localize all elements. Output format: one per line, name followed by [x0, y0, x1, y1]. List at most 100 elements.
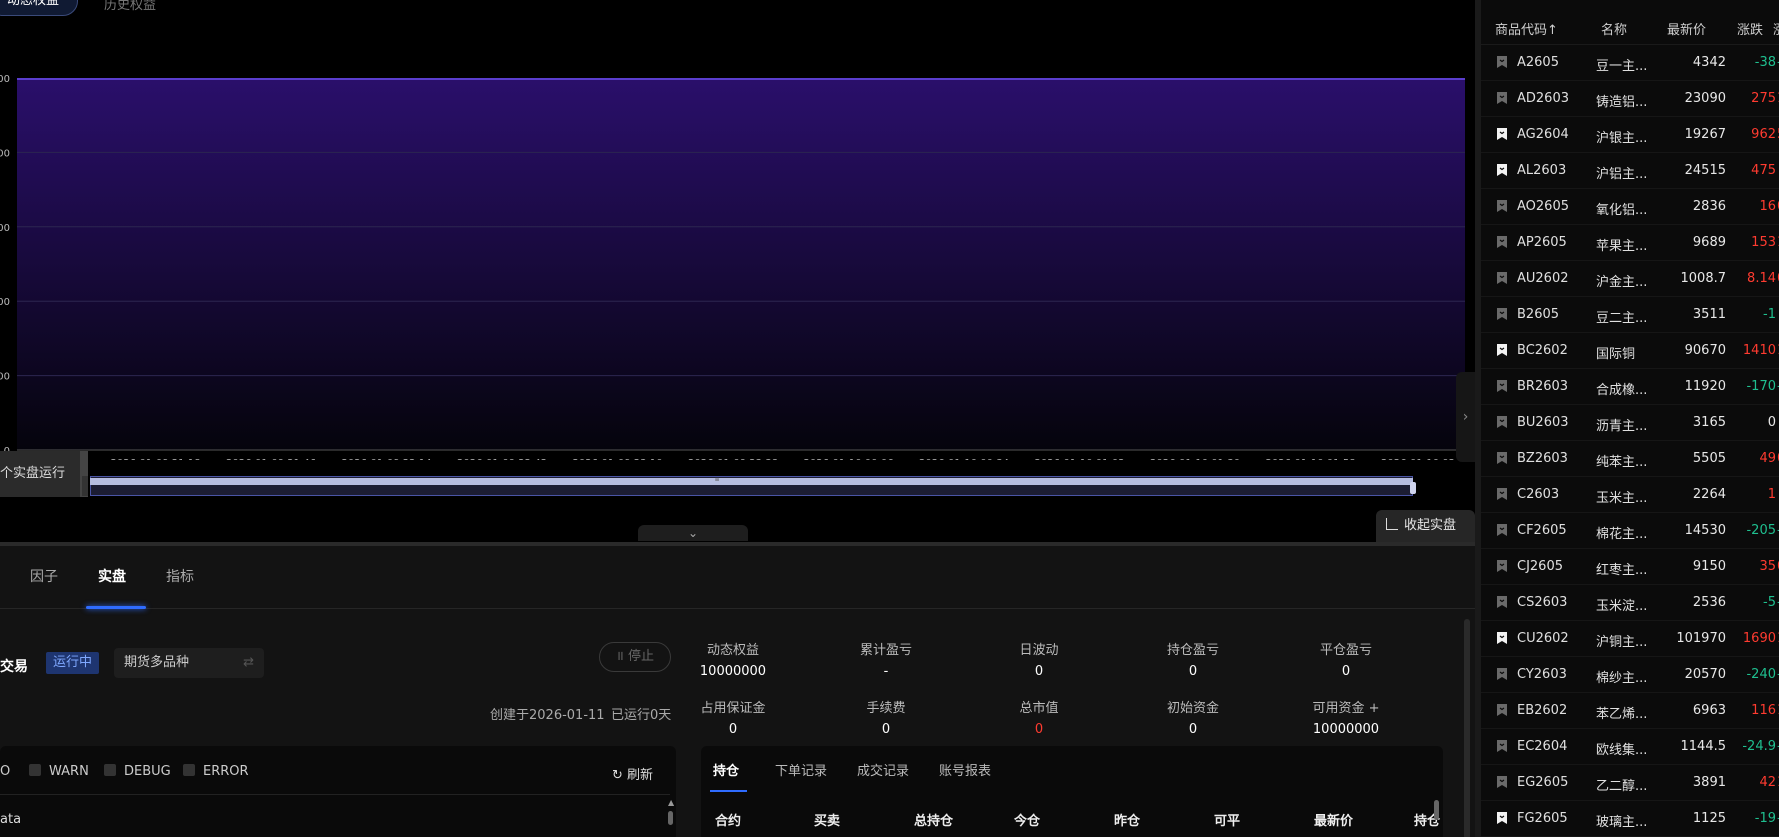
strategy-name: 交易 [0, 659, 28, 675]
y-tick-label: 00 [0, 74, 10, 85]
expand-right-panel-icon[interactable]: › [1456, 372, 1475, 462]
quote-row[interactable]: EC2604欧线集...1144.5-24.9-2 [1481, 729, 1779, 765]
quote-name: 豆二主... [1596, 311, 1648, 326]
col-code[interactable]: 商品代码↑ [1495, 19, 1558, 38]
stat-item: 平仓盈亏 0 [1281, 639, 1411, 679]
tab-live[interactable]: 实盘 [98, 566, 126, 586]
bookmark-filled-icon[interactable] [1496, 343, 1508, 357]
positions-column-header[interactable]: 昨仓 [1114, 810, 1140, 829]
quote-row[interactable]: EG2605乙二醇...3891421 [1481, 765, 1779, 801]
quote-row[interactable]: BR2603合成橡...11920-170-1 [1481, 369, 1779, 405]
positions-column-header[interactable]: 总持仓 [914, 810, 953, 829]
quote-row[interactable]: C2603 玉米主... 2264 1 [1481, 477, 1779, 513]
bookmark-icon[interactable] [1496, 523, 1508, 537]
quote-row[interactable]: AD2603铸造铝...230902751 [1481, 81, 1779, 117]
quote-row[interactable]: AP2605苹果主...96891531 [1481, 225, 1779, 261]
tab-trades[interactable]: 成交记录 [857, 760, 909, 779]
checkbox-warn[interactable] [29, 764, 41, 776]
scroll-up-icon[interactable]: ▲ [668, 798, 674, 807]
bookmark-filled-icon[interactable] [1496, 127, 1508, 141]
quote-row[interactable]: BZ2603纯苯主...5505490 [1481, 441, 1779, 477]
log-scrollbar[interactable]: ▲ [668, 798, 674, 837]
quote-row[interactable]: AU2602沪金主...1008.78.140 [1481, 261, 1779, 297]
stat-value: - [883, 664, 889, 679]
quote-code: CF2605 [1517, 523, 1567, 538]
log-filter-error[interactable]: ERROR [183, 764, 249, 779]
bookmark-icon[interactable] [1496, 559, 1508, 573]
quote-row[interactable]: CJ2605红枣主...9150350 [1481, 549, 1779, 585]
bookmark-filled-icon[interactable] [1496, 631, 1508, 645]
run-count-tag[interactable]: 个实盘运行 [0, 451, 88, 497]
checkbox-error[interactable] [183, 764, 195, 776]
log-scroll-thumb[interactable] [668, 811, 673, 825]
col-price[interactable]: 最新价 [1667, 19, 1706, 38]
tab-indicator[interactable]: 指标 [166, 566, 194, 586]
bookmark-icon[interactable] [1496, 307, 1508, 321]
bookmark-icon[interactable] [1496, 739, 1508, 753]
bookmark-icon[interactable] [1496, 235, 1508, 249]
collapse-live-button[interactable]: 收起实盘 [1376, 510, 1475, 542]
bookmark-icon[interactable] [1496, 271, 1508, 285]
stop-button[interactable]: ॥ 停止 [599, 642, 671, 672]
bookmark-icon[interactable] [1496, 379, 1508, 393]
quote-row[interactable]: FG2605玻璃主...1125-19-1 [1481, 801, 1779, 837]
log-filter-warn[interactable]: WARN [29, 764, 89, 779]
quote-row[interactable]: CU2602沪铜主...10197016901 [1481, 621, 1779, 657]
quote-row[interactable]: EB2602苯乙烯...69631161 [1481, 693, 1779, 729]
bookmark-icon[interactable] [1496, 775, 1508, 789]
stat-label[interactable]: 可用资金 + [1281, 697, 1411, 716]
bottom-panel-scrollbar[interactable] [1464, 619, 1470, 837]
col-change[interactable]: 涨跌 [1737, 19, 1763, 38]
created-date: 创建于2026-01-11 [490, 708, 605, 723]
quote-change: 0 [1767, 415, 1776, 430]
quote-change: 475 [1751, 163, 1776, 178]
bookmark-icon[interactable] [1496, 487, 1508, 501]
stat-item: 初始资金 0 [1128, 697, 1258, 737]
quote-row[interactable]: B2605 豆二主... 3511 -1 [1481, 297, 1779, 333]
tab-factor[interactable]: 因子 [30, 566, 58, 586]
col-change-pct[interactable]: 涨 [1773, 19, 1779, 38]
quote-name: 沥青主... [1596, 419, 1648, 434]
bookmark-icon[interactable] [1496, 415, 1508, 429]
positions-column-header[interactable]: 今仓 [1014, 810, 1040, 829]
bookmark-icon[interactable] [1496, 595, 1508, 609]
tab-orders[interactable]: 下单记录 [775, 760, 827, 779]
quote-row[interactable]: CF2605棉花主...14530-205-1 [1481, 513, 1779, 549]
positions-column-header[interactable]: 买卖 [814, 810, 840, 829]
bookmark-icon[interactable] [1496, 91, 1508, 105]
checkbox-debug[interactable] [104, 764, 116, 776]
quote-row[interactable]: CY2603棉纱主...20570-240-1 [1481, 657, 1779, 693]
quote-row[interactable]: BU2603 沥青主... 3165 0 [1481, 405, 1779, 441]
time-range-slider[interactable]: ≡ [82, 476, 1416, 496]
log-filter-debug[interactable]: DEBUG [104, 764, 171, 779]
bookmark-icon[interactable] [1496, 451, 1508, 465]
bookmark-icon[interactable] [1496, 199, 1508, 213]
variety-select[interactable]: 期货多品种 ⇄ [114, 648, 264, 678]
slider-left-handle[interactable] [82, 476, 88, 496]
slider-grip-icon[interactable]: ≡ [713, 477, 721, 483]
refresh-button[interactable]: ↻ 刷新 [612, 764, 653, 783]
positions-scroll-thumb[interactable] [1434, 800, 1439, 820]
equity-area [17, 78, 1465, 450]
quote-row[interactable]: AO2605氧化铝...2836160 [1481, 189, 1779, 225]
quote-row[interactable]: CS2603玉米淀...2536-5-0 [1481, 585, 1779, 621]
quote-row[interactable]: BC2602国际铜9067014101 [1481, 333, 1779, 369]
bookmark-filled-icon[interactable] [1496, 163, 1508, 177]
chevron-down-icon[interactable]: ⌄ [638, 525, 748, 541]
quote-code: AU2602 [1517, 271, 1569, 286]
bookmark-icon[interactable] [1496, 667, 1508, 681]
positions-column-header[interactable]: 合约 [715, 810, 741, 829]
slider-right-handle[interactable] [1410, 482, 1416, 494]
positions-column-header[interactable]: 可平 [1214, 810, 1240, 829]
positions-column-header[interactable]: 最新价 [1314, 810, 1353, 829]
bookmark-filled-icon[interactable] [1496, 811, 1508, 825]
tab-positions[interactable]: 持仓 [713, 760, 739, 779]
bookmark-icon[interactable] [1496, 703, 1508, 717]
quote-row[interactable]: AL2603 沪铝主... 24515 475 [1481, 153, 1779, 189]
quote-row[interactable]: A2605豆一主...4342-38-0 [1481, 45, 1779, 81]
tab-account-report[interactable]: 账号报表 [939, 760, 991, 779]
log-filter-info[interactable]: O [0, 764, 10, 779]
col-name[interactable]: 名称 [1601, 19, 1627, 38]
bookmark-icon[interactable] [1496, 55, 1508, 69]
quote-row[interactable]: AG2604沪银主...192679625 [1481, 117, 1779, 153]
